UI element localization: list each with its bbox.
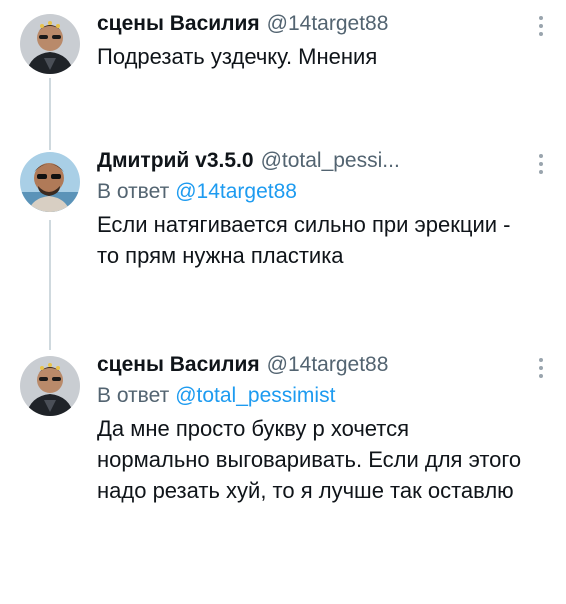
reply-prefix: В ответ [97,180,170,203]
reply-context: В ответ @total_pessimist [97,382,522,410]
author-name[interactable]: Дмитрий v3.5.0 [97,147,254,175]
avatar[interactable] [20,14,80,74]
author-handle[interactable]: @14target88 [267,10,389,38]
author-name[interactable]: сцены Василия [97,351,260,379]
reply-to-link[interactable]: @total_pessimist [175,384,335,407]
tweet-thread: сцены Василия @14target88 Подрезать узде… [0,0,566,604]
reply-context: В ответ @14target88 [97,178,522,206]
tweet-text: Да мне просто букву р хочется нормально … [97,416,522,503]
thread-connector-line [49,220,51,350]
tweet-body: сцены Василия @14target88 Подрезать узде… [97,10,522,72]
tweet-header: сцены Василия @14target88 [97,10,522,38]
author-handle[interactable]: @total_pessi... [261,147,400,175]
more-vertical-icon[interactable] [538,16,544,38]
tweet-text: Если натягивается сильно при эрекции - т… [97,212,511,268]
avatar-image [20,356,80,416]
tweet-text: Подрезать уздечку. Мнения [97,44,378,69]
avatar[interactable] [20,152,80,212]
thread-connector-line [49,78,51,150]
tweet-body: сцены Василия @14target88 В ответ @total_… [97,351,522,506]
avatar-image [20,152,80,212]
more-vertical-icon[interactable] [538,358,544,380]
tweet-header: Дмитрий v3.5.0 @total_pessi... [97,147,522,175]
reply-prefix: В ответ [97,384,170,407]
avatar-image [20,14,80,74]
tweet-header: сцены Василия @14target88 [97,351,522,379]
avatar[interactable] [20,356,80,416]
author-name[interactable]: сцены Василия [97,10,260,38]
tweet-body: Дмитрий v3.5.0 @total_pessi... В ответ @1… [97,147,522,271]
author-handle[interactable]: @14target88 [267,351,389,379]
more-vertical-icon[interactable] [538,154,544,176]
reply-to-link[interactable]: @14target88 [175,180,297,203]
